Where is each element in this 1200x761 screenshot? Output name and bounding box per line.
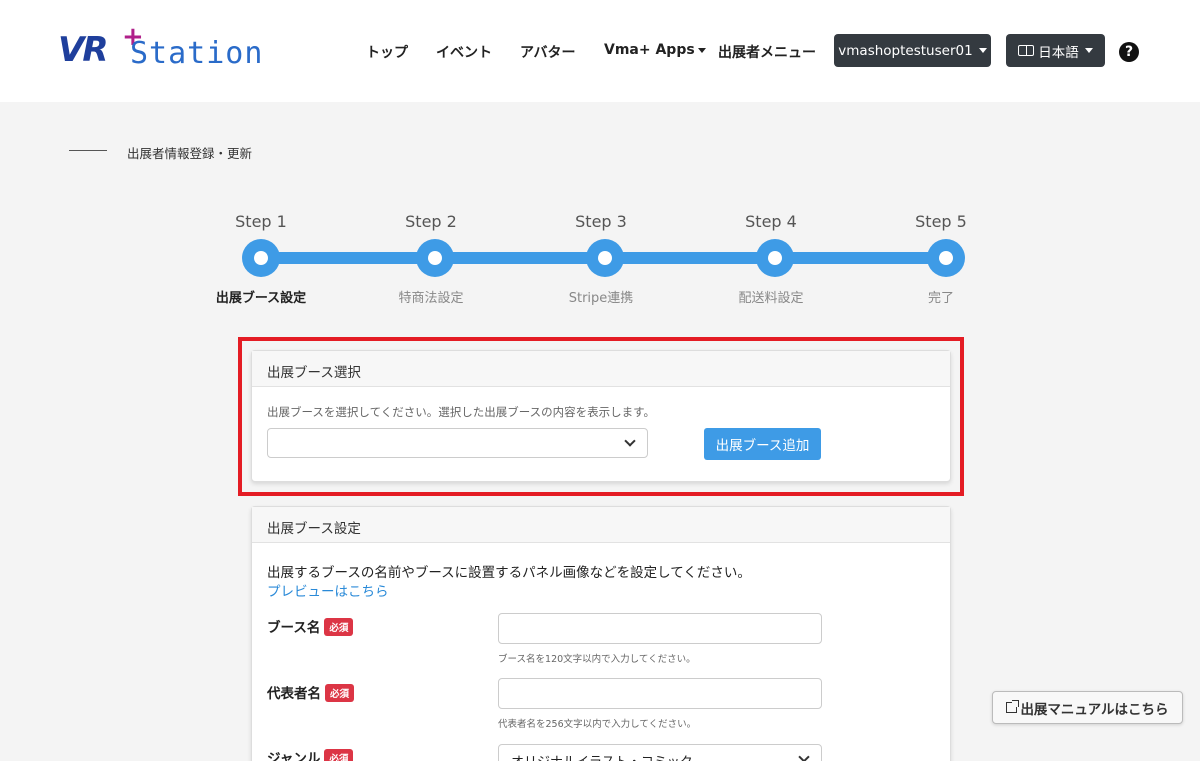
nav-event-label: イベント <box>436 45 492 61</box>
required-badge: 必須 <box>324 749 354 761</box>
add-booth-button[interactable]: 出展ブース追加 <box>704 428 821 460</box>
required-badge: 必須 <box>325 684 355 702</box>
step-3-title: Stripe連携 <box>568 291 634 306</box>
logo-vr-text: VR <box>58 30 108 70</box>
caret-down-icon <box>697 47 706 53</box>
chevron-down-icon <box>624 435 636 447</box>
booth-select-dropdown[interactable] <box>267 428 648 458</box>
step-1-title: 出展ブース設定 <box>215 291 307 306</box>
logo-station-text: Station <box>130 36 264 71</box>
genre-label: ジャンル 必須 <box>267 747 354 761</box>
booth-select-title: 出展ブース選択 <box>252 351 950 387</box>
nav-top[interactable]: トップ <box>366 42 408 62</box>
step-5-label: Step 5 <box>915 212 967 231</box>
step-1-dot <box>242 239 280 277</box>
nav-exhibitor-menu[interactable]: 出展者メニュー <box>718 42 816 62</box>
booth-settings-card: 出展ブース設定 出展するブースの名前やブースに設置するパネル画像などを設定してく… <box>251 506 951 761</box>
booth-select-card: 出展ブース選択 出展ブースを選択してください。選択した出展ブースの内容を表示しま… <box>251 350 951 482</box>
user-name-label: vmashoptestuser01 <box>838 42 973 59</box>
genre-label-text: ジャンル <box>267 751 321 761</box>
nav-avatar[interactable]: アバター <box>520 42 575 62</box>
exhibitor-manual-button[interactable]: 出展マニュアルはこちら <box>992 691 1183 724</box>
external-link-icon <box>1006 700 1020 713</box>
step-4-label: Step 4 <box>745 212 797 231</box>
user-dropdown-button[interactable]: vmashoptestuser01 <box>834 34 991 67</box>
genre-select[interactable]: オリジナルイラスト・コミック <box>498 744 822 761</box>
representative-name-label-text: 代表者名 <box>267 686 321 702</box>
preview-link[interactable]: プレビューはこちら <box>267 580 389 600</box>
booth-name-label-text: ブース名 <box>267 620 321 636</box>
breadcrumb-divider <box>69 150 107 151</box>
step-4-dot <box>756 239 794 277</box>
nav-event[interactable]: イベント <box>436 42 492 62</box>
step-2-dot <box>416 239 454 277</box>
language-label: 日本語 <box>1038 44 1079 61</box>
step-2-title: 特商法設定 <box>398 291 464 306</box>
genre-select-value: オリジナルイラスト・コミック <box>511 751 693 761</box>
breadcrumb: 出展者情報登録・更新 <box>127 146 253 161</box>
required-badge: 必須 <box>324 618 354 636</box>
help-icon[interactable]: ? <box>1119 42 1139 62</box>
booth-settings-title: 出展ブース設定 <box>252 507 950 543</box>
booth-name-help: ブース名を120文字以内で入力してください。 <box>498 654 696 665</box>
nav-avatar-label: アバター <box>520 45 576 61</box>
step-5-title: 完了 <box>927 291 954 306</box>
booth-select-description: 出展ブースを選択してください。選択した出展ブースの内容を表示します。 <box>267 405 656 419</box>
nav-exhibitor-menu-label: 出展者メニュー <box>718 45 816 61</box>
vr-station-logo[interactable]: VR + Station <box>58 22 262 74</box>
booth-name-label: ブース名 必須 <box>267 616 354 636</box>
caret-down-icon <box>1084 48 1093 53</box>
booth-name-input[interactable] <box>498 613 822 644</box>
step-3-dot <box>586 239 624 277</box>
step-3-label: Step 3 <box>575 212 627 231</box>
representative-name-input[interactable] <box>498 678 822 709</box>
nav-vma-apps-label: Vma+ Apps <box>604 42 695 58</box>
step-5-dot <box>927 239 965 277</box>
caret-down-icon <box>978 48 987 53</box>
chevron-down-icon <box>798 751 810 761</box>
nav-vma-apps-dropdown[interactable]: Vma+ Apps <box>604 42 706 58</box>
step-1-label: Step 1 <box>235 212 287 231</box>
step-2-label: Step 2 <box>405 212 457 231</box>
translate-icon <box>1018 45 1035 56</box>
representative-name-label: 代表者名 必須 <box>267 682 355 702</box>
booth-settings-description: 出展するブースの名前やブースに設置するパネル画像などを設定してください。 <box>267 565 751 581</box>
step-4-title: 配送料設定 <box>738 291 804 306</box>
representative-name-help: 代表者名を256文字以内で入力してください。 <box>498 719 697 730</box>
language-dropdown-button[interactable]: 日本語 <box>1006 34 1105 67</box>
nav-top-label: トップ <box>366 45 408 61</box>
exhibitor-manual-label: 出展マニュアルはこちら <box>1020 701 1169 718</box>
top-header: VR + Station トップ イベント アバター Vma+ Apps 出展者… <box>0 0 1200 102</box>
